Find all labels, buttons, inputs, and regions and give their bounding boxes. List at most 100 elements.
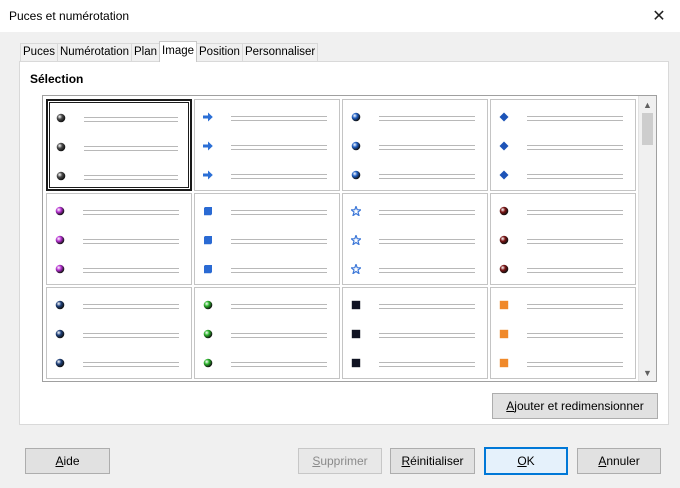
bullet-preview-row	[47, 326, 191, 340]
gray-sphere-bullet-icon	[56, 141, 66, 152]
bullet-style-option[interactable]	[490, 99, 636, 191]
preview-text-line	[231, 272, 327, 273]
bullet-preview-row	[491, 138, 635, 152]
bullet-style-option[interactable]	[46, 287, 192, 379]
bullet-style-option[interactable]	[342, 287, 488, 379]
preview-text-line	[379, 333, 475, 334]
scroll-down-icon[interactable]: ▼	[639, 364, 656, 381]
preview-text-line	[231, 214, 327, 215]
preview-text-line	[231, 239, 327, 240]
bullet-preview-row	[491, 261, 635, 275]
green-sphere-bullet-icon	[203, 357, 213, 368]
preview-text-line	[379, 210, 475, 211]
window-title: Puces et numérotation	[9, 9, 130, 23]
add-and-resize-button[interactable]: Ajouter et redimensionner	[492, 393, 658, 419]
delete-button[interactable]: Supprimer	[298, 448, 382, 474]
orange-square-bullet-icon	[499, 357, 509, 368]
preview-text-line	[527, 149, 623, 150]
bullet-preview-row	[47, 261, 191, 275]
bullet-style-option[interactable]	[194, 193, 340, 285]
preview-text-line	[379, 268, 475, 269]
bullet-style-option[interactable]	[194, 287, 340, 379]
bullet-preview-row	[47, 203, 191, 217]
help-button[interactable]: Aide	[25, 448, 110, 474]
preview-text-line	[83, 333, 179, 334]
preview-text-line	[83, 337, 179, 338]
bullet-style-option[interactable]	[194, 99, 340, 191]
bullet-preview-row	[491, 232, 635, 246]
preview-text-line	[527, 214, 623, 215]
reset-button[interactable]: Réinitialiser	[390, 448, 475, 474]
preview-text-line	[527, 174, 623, 175]
bullet-preview-row	[491, 355, 635, 369]
preview-text-line	[231, 210, 327, 211]
gallery-scrollbar[interactable]: ▲ ▼	[638, 96, 656, 381]
preview-text-line	[83, 243, 179, 244]
bullet-preview-row	[343, 138, 487, 152]
preview-text-line	[379, 362, 475, 363]
preview-text-line	[231, 333, 327, 334]
preview-text-line	[379, 174, 475, 175]
bullet-preview-row	[195, 355, 339, 369]
blue-star-bullet-icon	[349, 262, 363, 276]
scroll-up-icon[interactable]: ▲	[639, 96, 656, 113]
bullet-style-option[interactable]	[46, 193, 192, 285]
preview-text-line	[231, 304, 327, 305]
black-square-bullet-icon	[351, 299, 361, 310]
bullet-preview-row	[491, 326, 635, 340]
image-tab-panel: Sélection ▲ ▼ Ajouter et redimensionner	[19, 61, 669, 425]
preview-text-line	[84, 121, 178, 122]
preview-text-line	[84, 179, 178, 180]
bullet-preview-row	[343, 297, 487, 311]
cancel-button[interactable]: Annuler	[577, 448, 661, 474]
preview-text-line	[231, 366, 327, 367]
bullet-preview-row	[343, 167, 487, 181]
purple-sphere-bullet-icon	[55, 263, 65, 274]
preview-text-line	[527, 272, 623, 273]
navy-sphere-bullet-icon	[55, 328, 65, 339]
blue-sphere-bullet-icon	[351, 111, 361, 122]
blue-sphere-bullet-icon	[351, 140, 361, 151]
preview-text-line	[84, 117, 178, 118]
ok-button[interactable]: OK	[484, 447, 568, 475]
preview-text-line	[83, 268, 179, 269]
purple-sphere-bullet-icon	[55, 234, 65, 245]
bullet-style-option[interactable]	[342, 193, 488, 285]
tab-personnaliser[interactable]: Personnaliser	[241, 43, 319, 62]
bullet-style-option[interactable]	[490, 193, 636, 285]
bullet-style-option[interactable]	[46, 99, 192, 191]
tab-position[interactable]: Position	[196, 43, 243, 62]
preview-text-line	[379, 149, 475, 150]
orange-square-bullet-icon	[499, 299, 509, 310]
scrollbar-thumb[interactable]	[642, 113, 653, 145]
preview-text-line	[379, 120, 475, 121]
preview-text-line	[527, 362, 623, 363]
orange-square-bullet-icon	[499, 328, 509, 339]
preview-text-line	[84, 150, 178, 151]
preview-text-line	[231, 120, 327, 121]
preview-text-line	[527, 304, 623, 305]
bullet-preview-row	[343, 326, 487, 340]
bullet-preview-row	[48, 139, 190, 153]
blue-sphere-bullet-icon	[351, 169, 361, 180]
tab-plan[interactable]: Plan	[131, 43, 161, 62]
bullet-style-option[interactable]	[490, 287, 636, 379]
preview-text-line	[231, 174, 327, 175]
preview-text-line	[527, 268, 623, 269]
purple-sphere-bullet-icon	[55, 205, 65, 216]
bullet-preview-row	[195, 261, 339, 275]
preview-text-line	[231, 362, 327, 363]
bullet-style-option[interactable]	[342, 99, 488, 191]
blue-arrow-bullet-icon	[203, 140, 213, 151]
blue-star-bullet-icon	[349, 233, 363, 247]
tab-numerotation[interactable]: Numérotation	[56, 43, 133, 62]
bullet-preview-row	[343, 232, 487, 247]
bullet-image-gallery: ▲ ▼	[42, 95, 657, 382]
preview-text-line	[379, 308, 475, 309]
bullet-preview-row	[195, 326, 339, 340]
tab-puces[interactable]: Puces	[20, 43, 58, 62]
preview-text-line	[527, 239, 623, 240]
navy-sphere-bullet-icon	[55, 299, 65, 310]
close-icon[interactable]: ✕	[648, 5, 670, 27]
tab-image[interactable]: Image	[159, 41, 198, 62]
